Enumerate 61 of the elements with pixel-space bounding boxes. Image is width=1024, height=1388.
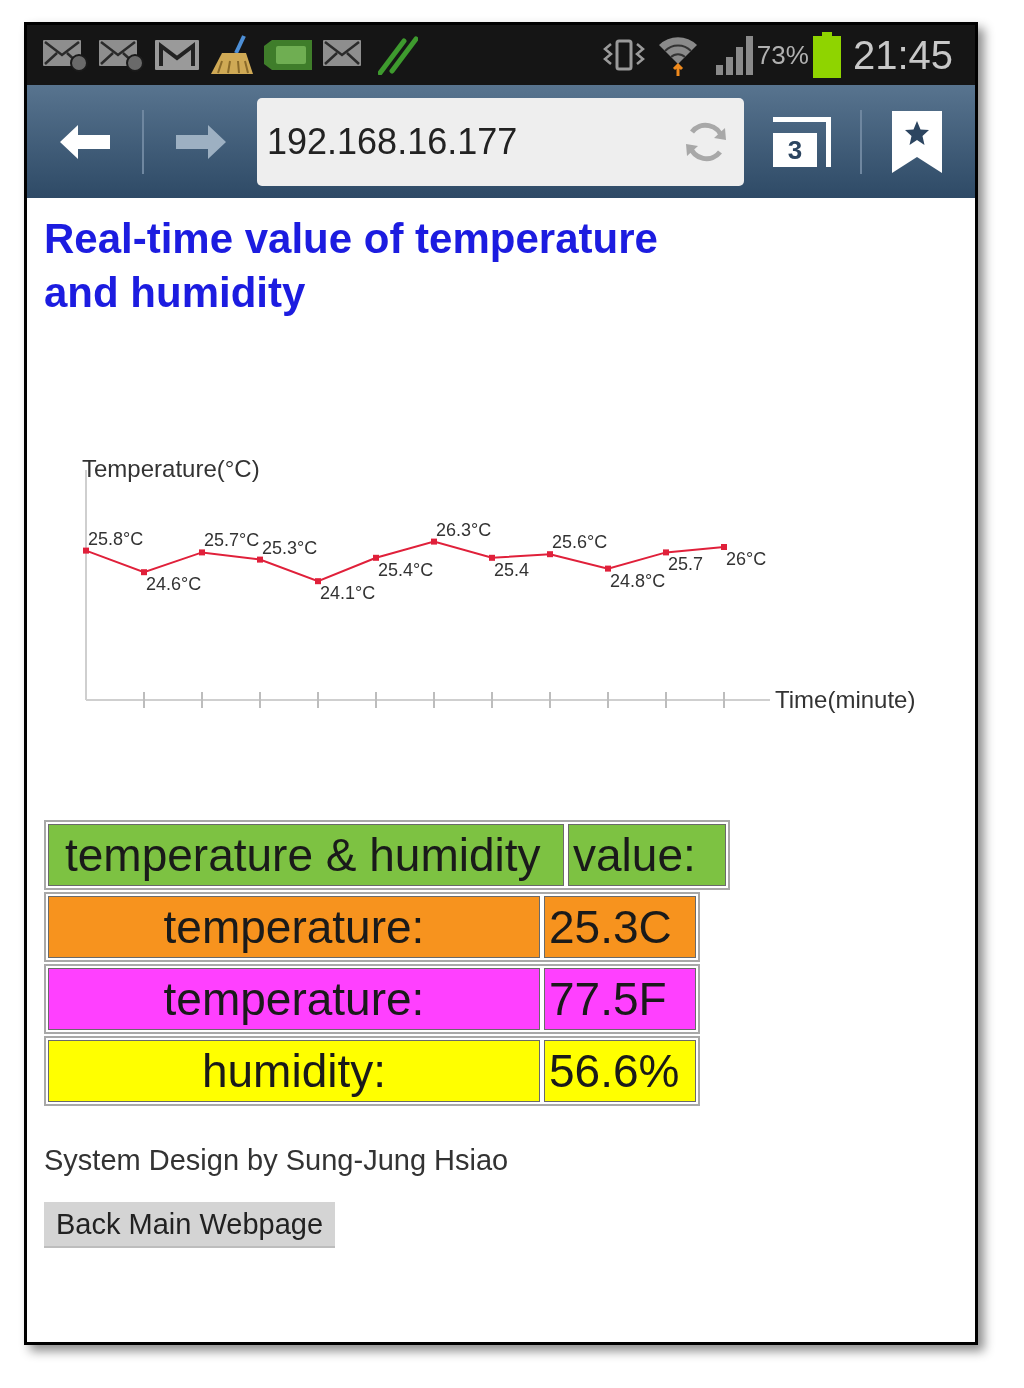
- credit-text: System Design by Sung-Jung Hsiao: [44, 1143, 510, 1178]
- unit-label: °C: [181, 573, 202, 594]
- data-label: 25.6: [552, 531, 588, 552]
- data-point: [721, 544, 727, 550]
- data-label: 24.1: [320, 582, 356, 603]
- unit-label: °C: [239, 530, 260, 551]
- axis-title: Time(minute): [775, 686, 916, 714]
- tag-icon: [264, 38, 312, 72]
- data-label: 25.4: [494, 559, 530, 580]
- data-point: [605, 565, 611, 572]
- data-label: 24.6: [146, 573, 182, 594]
- battery-percent: 73%: [756, 40, 809, 70]
- data-label: 24.8: [610, 570, 646, 591]
- unit-label: °C: [123, 528, 144, 549]
- data-point: [663, 549, 669, 556]
- table-cell: 77.5F: [544, 968, 696, 1030]
- signal-icon: [714, 35, 755, 75]
- data-point: [83, 547, 89, 554]
- battery-icon: [812, 32, 841, 78]
- table-cell: temperature:: [48, 968, 540, 1030]
- arrow-left-icon: [59, 124, 110, 159]
- unit-label: °C: [746, 548, 767, 569]
- address-field[interactable]: 192.168.16.177: [257, 97, 744, 186]
- unit-label: °C: [297, 537, 318, 558]
- data-label: 26: [726, 548, 747, 569]
- page-title: Real-time value of temperature and humidity: [44, 214, 659, 318]
- data-point: [315, 578, 321, 585]
- bookmark-star-icon: [891, 110, 942, 173]
- unit-label: °C: [645, 570, 666, 591]
- envelope-badge-icon: [42, 38, 88, 72]
- data-point: [373, 554, 379, 561]
- unit-label: °C: [355, 582, 376, 603]
- broom-icon: [210, 35, 254, 75]
- column-header: value:: [568, 824, 726, 886]
- data-point: [547, 551, 553, 558]
- data-point: [489, 554, 495, 561]
- data-point: [199, 549, 205, 556]
- clock-time: 21:45: [852, 33, 953, 77]
- arrow-right-icon: [175, 124, 226, 159]
- data-label: 25.8: [88, 528, 124, 549]
- data-label: 25.7: [668, 554, 704, 575]
- data-label: 25.4: [378, 559, 414, 580]
- column-header: temperature & humidity: [48, 824, 564, 886]
- table-cell: 25.3C: [544, 896, 696, 958]
- unit-label: °C: [413, 559, 434, 580]
- data-point: [257, 556, 263, 563]
- table-cell: temperature:: [48, 896, 540, 958]
- letter-m-icon: [154, 38, 200, 72]
- envelope-badge-icon: [98, 38, 144, 72]
- data-point: [431, 538, 437, 545]
- table-cell: humidity:: [48, 1040, 540, 1102]
- data-point: [141, 569, 147, 576]
- data-label: 25.3: [262, 537, 298, 558]
- table-cell: 56.6%: [544, 1040, 696, 1102]
- axis-title: Temperature(°C): [82, 455, 260, 483]
- unit-label: °C: [471, 519, 492, 540]
- double-slash-icon: [378, 35, 418, 75]
- unit-label: °C: [587, 531, 608, 552]
- data-label: 25.7: [204, 530, 240, 551]
- data-label: 26.3: [436, 519, 472, 540]
- back-main-button[interactable]: Back Main Webpage: [44, 1202, 336, 1248]
